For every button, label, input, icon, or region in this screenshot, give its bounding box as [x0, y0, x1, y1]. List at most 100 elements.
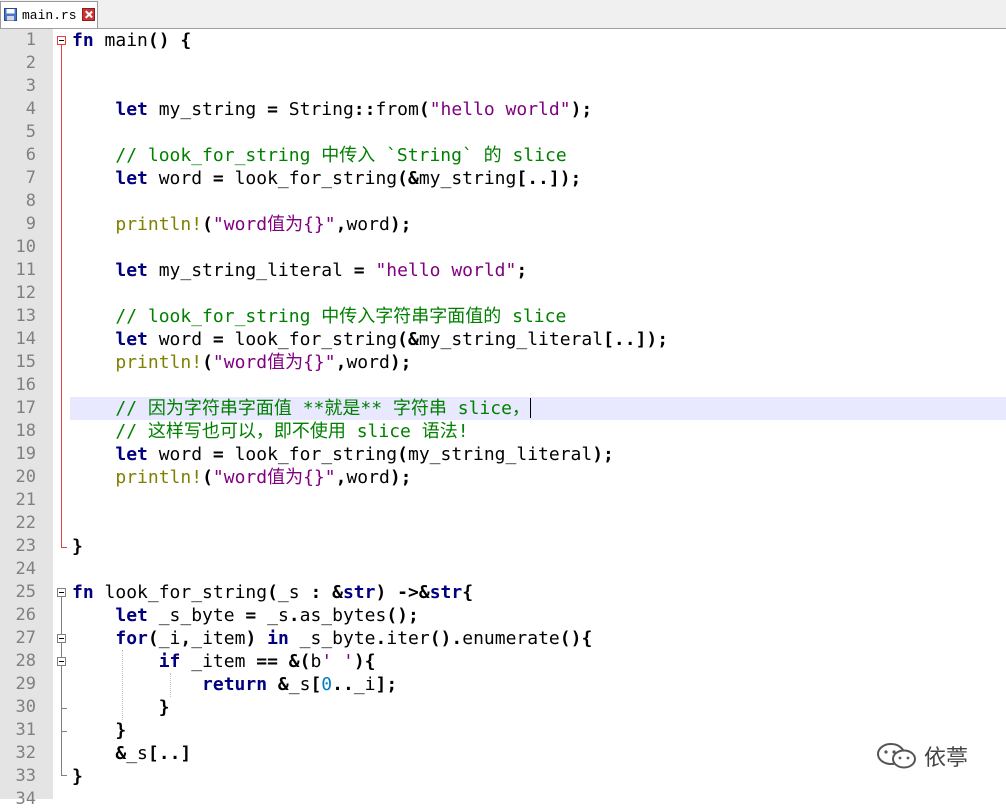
code-token: = [212, 444, 224, 465]
indent-guide [170, 673, 171, 697]
code-line[interactable]: 17 // 因为字符串字面值 **就是** 字符串 slice， [0, 397, 1006, 420]
code-token: _s_byte [147, 605, 246, 626]
code-editor[interactable]: 1 fn main() {2 3 4 let my_string = String::… [0, 29, 1006, 809]
code-token: let [115, 329, 148, 350]
code-line[interactable]: 7 let word = look_for_string(&my_string[… [0, 167, 1006, 190]
code-text: println!("word值为{}",word); [72, 351, 411, 374]
code-token: word [147, 444, 213, 465]
code-token: (); [386, 605, 419, 626]
code-token: my_string_literal [407, 444, 593, 465]
line-number: 5 [25, 122, 36, 142]
code-token: , [335, 214, 347, 235]
code-line[interactable]: 25 fn look_for_string(_s : &str) ->&str{ [0, 581, 1006, 604]
code-token: _i [353, 674, 376, 695]
code-line[interactable]: 23} [0, 535, 1006, 558]
text-cursor [529, 398, 531, 418]
line-number: 34 [15, 789, 36, 809]
code-line[interactable]: 20 println!("word值为{}",word); [0, 466, 1006, 489]
code-token: . [288, 605, 300, 626]
code-line[interactable]: 19 let word = look_for_string(my_string_… [0, 443, 1006, 466]
code-line[interactable]: 5 [0, 121, 1006, 144]
code-line[interactable]: 16 [0, 374, 1006, 397]
code-text: } [72, 765, 83, 788]
code-token: (& [397, 329, 419, 350]
line-number: 8 [25, 191, 36, 211]
line-number: 25 [15, 582, 36, 602]
code-line[interactable]: 1 fn main() { [0, 29, 1006, 52]
code-line[interactable]: 8 [0, 190, 1006, 213]
code-line[interactable]: 34 [0, 788, 1006, 811]
code-line[interactable]: 24 [0, 558, 1006, 581]
code-line[interactable]: 3 [0, 75, 1006, 98]
code-token: } [158, 697, 170, 718]
code-line[interactable]: 29 return &_s[0.._i]; [0, 673, 1006, 696]
code-token: . [375, 628, 387, 649]
code-token: from [375, 99, 419, 120]
line-number: 20 [15, 467, 36, 487]
code-token: "word值为{}" [212, 214, 336, 235]
code-text: fn main() { [72, 29, 191, 52]
code-token: , [335, 467, 347, 488]
code-token: [..]); [516, 168, 582, 189]
code-line[interactable]: 33} [0, 765, 1006, 788]
code-line[interactable]: 22 [0, 512, 1006, 535]
code-token: // look_for_string 中传入 `String` 的 slice [115, 145, 567, 166]
code-line[interactable]: 2 [0, 52, 1006, 75]
close-icon[interactable] [82, 8, 95, 21]
code-text: } [72, 535, 83, 558]
line-number: 1 [25, 30, 36, 50]
code-token: ( [267, 582, 278, 603]
code-line[interactable]: 6 // look_for_string 中传入 `String` 的 slic… [0, 144, 1006, 167]
code-token: (){ [559, 628, 593, 649]
code-line[interactable]: 28 if _item == &(b' '){ [0, 650, 1006, 673]
code-token: = [267, 99, 278, 120]
line-number: 18 [15, 421, 36, 441]
code-token: println! [115, 214, 203, 235]
code-line[interactable]: 26 let _s_byte = _s.as_bytes(); [0, 604, 1006, 627]
code-line[interactable]: 32 &_s[..] [0, 742, 1006, 765]
line-number: 2 [25, 53, 36, 73]
wechat-icon [877, 743, 916, 769]
code-token: my_string [418, 168, 517, 189]
code-line[interactable]: 27 for(_i,_item) in _s_byte.iter().enume… [0, 627, 1006, 650]
code-token: _item [180, 651, 257, 672]
code-text: let my_string_literal = "hello world"; [72, 259, 527, 282]
code-token: fn [72, 30, 94, 51]
code-token: = [212, 168, 224, 189]
code-line[interactable]: 15 println!("word值为{}",word); [0, 351, 1006, 374]
code-token: _s_byte [288, 628, 376, 649]
code-token: word [147, 168, 213, 189]
code-line[interactable]: 31 } [0, 719, 1006, 742]
code-line[interactable]: 21 [0, 489, 1006, 512]
tab-main-rs[interactable]: main.rs [0, 1, 98, 28]
code-line[interactable]: 30 } [0, 696, 1006, 719]
line-number: 23 [15, 536, 36, 556]
code-line[interactable]: 4 let my_string = String::from("hello wo… [0, 98, 1006, 121]
code-line[interactable]: 18 // 这样写也可以，即不使用 slice 语法! [0, 420, 1006, 443]
code-line[interactable]: 13 // look_for_string 中传入字符串字面值的 slice [0, 305, 1006, 328]
code-text: // look_for_string 中传入 `String` 的 slice [72, 144, 567, 167]
code-token: == [256, 651, 278, 672]
code-line[interactable]: 11 let my_string_literal = "hello world"… [0, 259, 1006, 282]
line-number: 3 [25, 76, 36, 96]
line-number: 29 [15, 674, 36, 694]
code-line[interactable]: 10 [0, 236, 1006, 259]
code-text: let word = look_for_string(&my_string_li… [72, 328, 668, 351]
code-line[interactable]: 12 [0, 282, 1006, 305]
code-line[interactable]: 14 let word = look_for_string(&my_string… [0, 328, 1006, 351]
code-token: String [277, 99, 354, 120]
code-token: word [346, 214, 390, 235]
code-line[interactable]: 9 println!("word值为{}",word); [0, 213, 1006, 236]
code-token: // 这样写也可以，即不使用 slice 语法! [115, 421, 469, 442]
